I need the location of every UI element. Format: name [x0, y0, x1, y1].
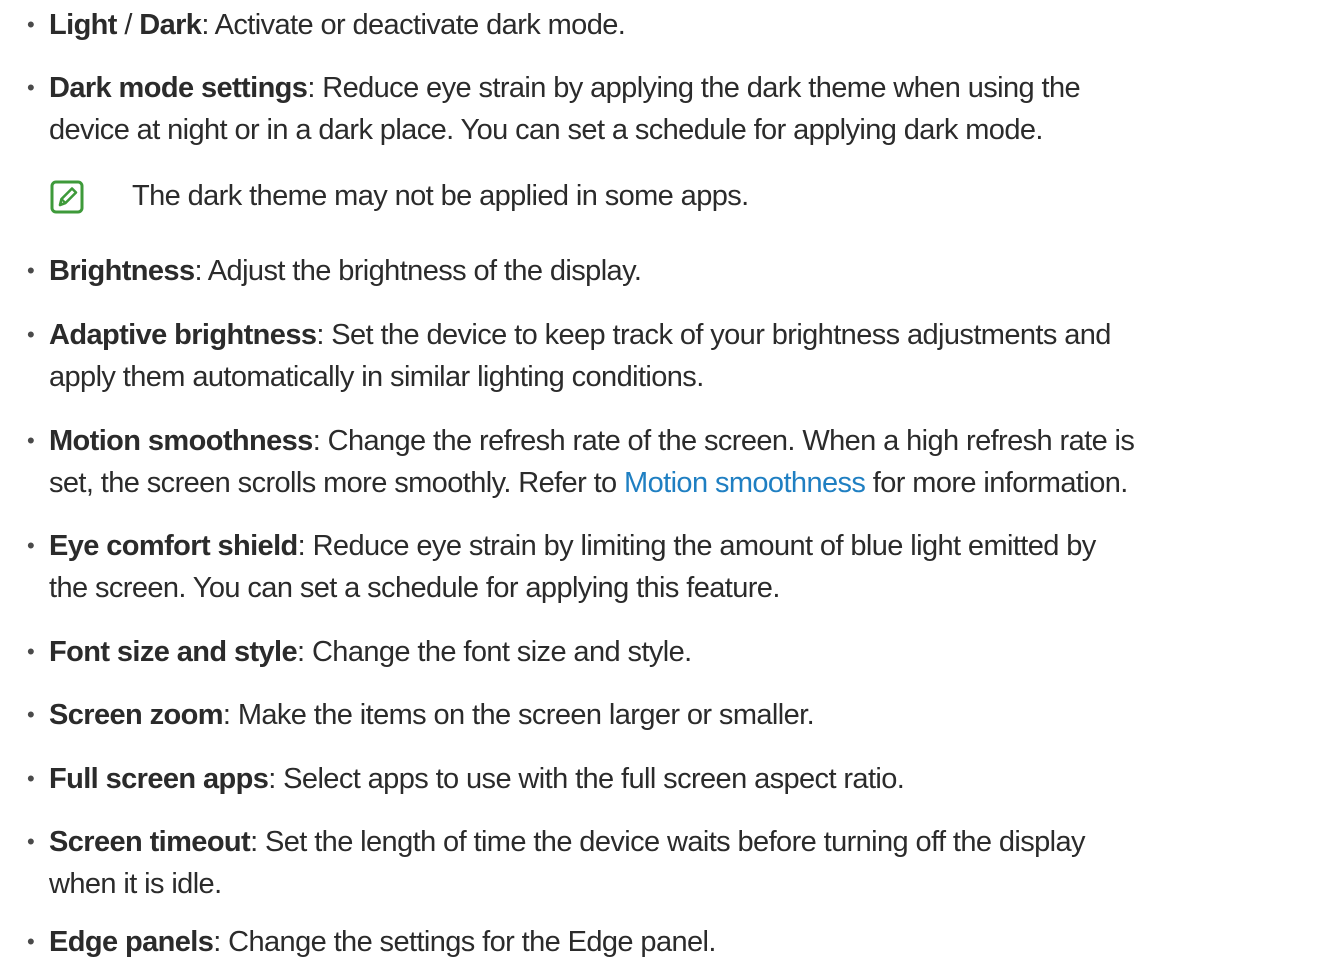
item-line: Brightness: Adjust the brightness of the… [49, 250, 1321, 292]
item-term: Motion smoothness [49, 425, 313, 457]
item-term: Adaptive brightness [49, 319, 317, 351]
item-line: set, the screen scrolls more smoothly. R… [49, 462, 1321, 504]
bullet: • [27, 12, 35, 37]
item-description: apply them automatically in similar ligh… [49, 361, 704, 393]
item-description: : Activate or deactivate dark mode. [201, 9, 626, 41]
item-line: Motion smoothness: Change the refresh ra… [49, 420, 1321, 462]
item-line: Full screen apps: Select apps to use wit… [49, 758, 1321, 800]
item-text: Screen zoom: Make the items on the scree… [49, 694, 1321, 736]
item-description: : Adjust the brightness of the display. [194, 255, 642, 287]
item-description: : Change the settings for the Edge panel… [213, 926, 716, 958]
item-line: Screen timeout: Set the length of time t… [49, 821, 1321, 863]
item-text: Motion smoothness: Change the refresh ra… [49, 420, 1321, 504]
item-line: Dark mode settings: Reduce eye strain by… [49, 67, 1321, 109]
note-text: The dark theme may not be applied in som… [132, 180, 749, 212]
item-term: Font size and style [49, 636, 298, 668]
item-description: : Set the length of time the device wait… [250, 826, 1085, 858]
item-term: Screen zoom [49, 699, 224, 731]
item-term: Light [49, 9, 117, 41]
item-term: Dark [139, 9, 202, 41]
item-description: : Change the refresh rate of the screen.… [312, 425, 1135, 457]
item-line: Light / Dark: Activate or deactivate dar… [49, 4, 1321, 46]
bullet: • [27, 75, 35, 100]
item-text: Edge panels: Change the settings for the… [49, 921, 1321, 963]
settings-description-document: • Light / Dark: Activate or deactivate d… [0, 0, 1326, 958]
item-line: Edge panels: Change the settings for the… [49, 921, 1321, 963]
note-pencil-icon [49, 179, 85, 215]
item-line: when it is idle. [49, 863, 1321, 905]
item-description: : Reduce eye strain by applying the dark… [307, 72, 1080, 104]
item-text: Light / Dark: Activate or deactivate dar… [49, 4, 1321, 46]
item-text: Brightness: Adjust the brightness of the… [49, 250, 1321, 292]
item-description: the screen. You can set a schedule for a… [49, 572, 780, 604]
item-term: Screen timeout [49, 826, 251, 858]
item-line: device at night or in a dark place. You … [49, 109, 1321, 151]
bullet: • [27, 428, 35, 453]
item-term: Brightness [49, 255, 195, 287]
item-line: the screen. You can set a schedule for a… [49, 567, 1321, 609]
item-text: Full screen apps: Select apps to use wit… [49, 758, 1321, 800]
item-description: : Change the font size and style. [297, 636, 692, 668]
bullet: • [27, 929, 35, 954]
bullet: • [27, 766, 35, 791]
item-text: Eye comfort shield: Reduce eye strain by… [49, 525, 1321, 609]
bullet: • [27, 322, 35, 347]
bullet: • [27, 702, 35, 727]
item-description: : Reduce eye strain by limiting the amou… [297, 530, 1097, 562]
item-description: : Set the device to keep track of your b… [316, 319, 1111, 351]
bullet: • [27, 829, 35, 854]
item-description: : Make the items on the screen larger or… [222, 699, 815, 731]
motion-smoothness-link[interactable]: Motion smoothness [624, 467, 866, 499]
item-term: Full screen apps [49, 763, 269, 795]
item-text: Font size and style: Change the font siz… [49, 631, 1321, 673]
item-term: Dark mode settings [49, 72, 308, 104]
item-term: Eye comfort shield [49, 530, 298, 562]
item-separator: / [116, 9, 140, 41]
item-line: Screen zoom: Make the items on the scree… [49, 694, 1321, 736]
item-line: apply them automatically in similar ligh… [49, 356, 1321, 398]
item-text: Screen timeout: Set the length of time t… [49, 821, 1321, 905]
bullet: • [27, 533, 35, 558]
item-description: set, the screen scrolls more smoothly. R… [49, 467, 625, 499]
item-description: when it is idle. [49, 868, 222, 900]
item-line: Eye comfort shield: Reduce eye strain by… [49, 525, 1321, 567]
item-description: : Select apps to use with the full scree… [268, 763, 905, 795]
note-callout: The dark theme may not be applied in som… [49, 175, 1249, 217]
item-line: Font size and style: Change the font siz… [49, 631, 1321, 673]
item-text: Adaptive brightness: Set the device to k… [49, 314, 1321, 398]
bullet: • [27, 258, 35, 283]
item-text: Dark mode settings: Reduce eye strain by… [49, 67, 1321, 151]
item-description: device at night or in a dark place. You … [49, 114, 1043, 146]
item-description: for more information. [865, 467, 1129, 499]
bullet: • [27, 639, 35, 664]
item-term: Edge panels [49, 926, 214, 958]
item-line: Adaptive brightness: Set the device to k… [49, 314, 1321, 356]
